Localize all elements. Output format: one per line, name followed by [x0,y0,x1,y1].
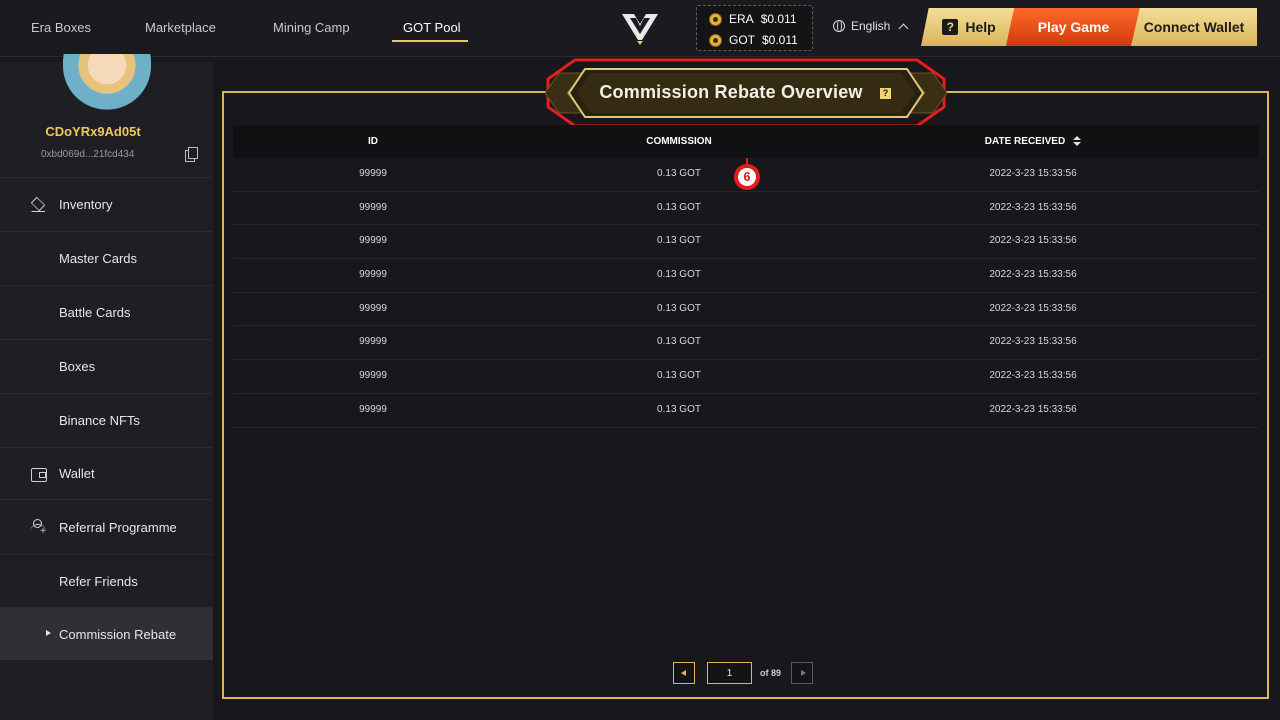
got-price: $0.011 [762,33,798,47]
cell-commission: 0.13 GOT [657,302,701,314]
era-price-row: ERA $0.011 [709,12,797,26]
copy-icon[interactable] [185,147,198,162]
sidebar-item-battle-cards[interactable]: Battle Cards [0,285,213,339]
help-icon: ? [942,19,959,35]
cell-id: 99999 [359,403,387,415]
cell-commission: 0.13 GOT [657,235,701,247]
got-coin-icon [709,33,722,47]
sidebar-item-label: Battle Cards [59,305,131,320]
user-add-icon [30,519,46,535]
prev-page-button[interactable] [673,662,695,684]
sidebar-item-label: Refer Friends [59,573,138,589]
sidebar-item-referral-programme[interactable]: Referral Programme [0,499,213,554]
sidebar-item-refer-friends[interactable]: Refer Friends [0,554,213,607]
cell-id: 99999 [359,201,387,213]
nav-got-pool[interactable]: GOT Pool [403,20,461,35]
table-row: 99999 0.13 GOT 2022-3-23 15:33:56 [233,293,1259,327]
nav-mining-camp[interactable]: Mining Camp [273,20,350,35]
cell-date: 2022-3-23 15:33:56 [989,201,1077,213]
sidebar-item-binance-nfts[interactable]: Binance NFTs [0,393,213,447]
cell-date: 2022-3-23 15:33:56 [989,370,1077,382]
cell-date: 2022-3-23 15:33:56 [989,302,1077,314]
cell-commission: 0.13 GOT [657,201,701,213]
cell-commission: 0.13 GOT [657,168,701,179]
cell-id: 99999 [359,269,387,281]
pagination: of 89 [673,662,814,684]
language-selector[interactable]: English [833,19,909,33]
era-symbol: ERA [729,12,754,26]
commission-table: ID COMMISSION DATE RECEIVED 99999 0.13 G… [233,125,1259,428]
caret-right-icon [46,630,51,636]
table-row: 99999 0.13 GOT 2022-3-23 15:33:56 [233,394,1259,428]
header-commission: COMMISSION [646,136,712,147]
cell-commission: 0.13 GOT [657,269,701,281]
cell-id: 99999 [359,168,387,179]
nav-era-boxes[interactable]: Era Boxes [31,20,91,35]
cell-id: 99999 [359,370,387,382]
cell-id: 99999 [359,336,387,348]
sidebar-item-label: Binance NFTs [59,413,140,428]
play-game-button[interactable]: Play Game [1006,8,1141,46]
cell-date: 2022-3-23 15:33:56 [989,336,1077,348]
username: CDoYRx9Ad05t [45,124,141,139]
era-price: $0.011 [760,12,797,26]
next-page-button[interactable] [791,662,814,684]
top-bar: Era Boxes Marketplace Mining Camp GOT Po… [0,0,1280,57]
sidebar-item-inventory[interactable]: Inventory [0,177,213,231]
sidebar-item-label: Boxes [59,359,96,374]
era-coin-icon [709,12,722,26]
got-price-row: GOT $0.011 [709,33,798,47]
cell-commission: 0.13 GOT [657,370,701,382]
cell-date: 2022-3-23 15:33:56 [989,235,1077,247]
header-date-received[interactable]: DATE RECEIVED [933,136,1133,147]
table-row: 99999 0.13 GOT 2022-3-23 15:33:56 [233,225,1259,260]
layers-icon [30,197,46,213]
chevron-up-icon [898,23,909,33]
help-button[interactable]: ? Help [921,8,1017,46]
cell-id: 99999 [359,302,387,314]
sidebar-item-label: Referral Programme [59,519,177,535]
wallet-icon [30,466,47,482]
sort-icon[interactable] [1073,136,1082,147]
sidebar-item-label: Wallet [59,466,95,481]
globe-icon [833,20,845,32]
sidebar-item-boxes[interactable]: Boxes [0,339,213,393]
table-row: 99999 0.13 GOT 2022-3-23 15:33:56 [233,192,1259,226]
header-date-label: DATE RECEIVED [984,136,1066,147]
cell-commission: 0.13 GOT [657,403,701,415]
sidebar-item-commission-rebate[interactable]: Commission Rebate [0,607,213,660]
table-row: 99999 0.13 GOT 2022-3-23 15:33:56 [233,259,1259,293]
sidebar-item-master-cards[interactable]: Master Cards [0,231,213,285]
sidebar-item-label: Commission Rebate [59,626,177,642]
table-header: ID COMMISSION DATE RECEIVED [233,125,1259,158]
table-row: 99999 0.13 GOT 2022-3-23 15:33:56 [233,360,1259,394]
table-row: 99999 0.13 GOT 2022-3-23 15:33:56 [233,158,1259,192]
page-total-label: of 89 [760,668,782,678]
page-title: Commission Rebate Overview [599,82,863,102]
nav-marketplace[interactable]: Marketplace [145,20,216,35]
page-number-input[interactable] [707,662,752,684]
sidebar-item-wallet[interactable]: Wallet [0,447,213,499]
help-label: Help [965,19,996,35]
sidebar-menu: Inventory Master Cards Battle Cards Boxe… [0,177,213,660]
header-id: ID [368,136,378,147]
token-price-box: ERA $0.011 GOT $0.011 [696,5,813,51]
cell-date: 2022-3-23 15:33:56 [989,269,1077,281]
avatar [63,54,151,110]
nav-active-indicator [392,40,468,42]
cell-date: 2022-3-23 15:33:56 [989,168,1077,179]
info-icon[interactable]: ? [880,88,891,99]
wallet-address: 0xbd069d...21fcd434 [41,149,135,160]
table-row: 99999 0.13 GOT 2022-3-23 15:33:56 [233,326,1259,361]
got-symbol: GOT [729,33,755,47]
logo-icon[interactable] [620,10,660,46]
cell-commission: 0.13 GOT [657,336,701,348]
sidebar-item-label: Inventory [59,197,113,212]
language-label: English [851,19,891,33]
connect-wallet-button[interactable]: Connect Wallet [1131,8,1257,46]
cell-id: 99999 [359,235,387,247]
sidebar-item-label: Master Cards [59,251,138,266]
cell-date: 2022-3-23 15:33:56 [989,403,1077,415]
sidebar: CDoYRx9Ad05t 0xbd069d...21fcd434 Invento… [0,54,213,720]
